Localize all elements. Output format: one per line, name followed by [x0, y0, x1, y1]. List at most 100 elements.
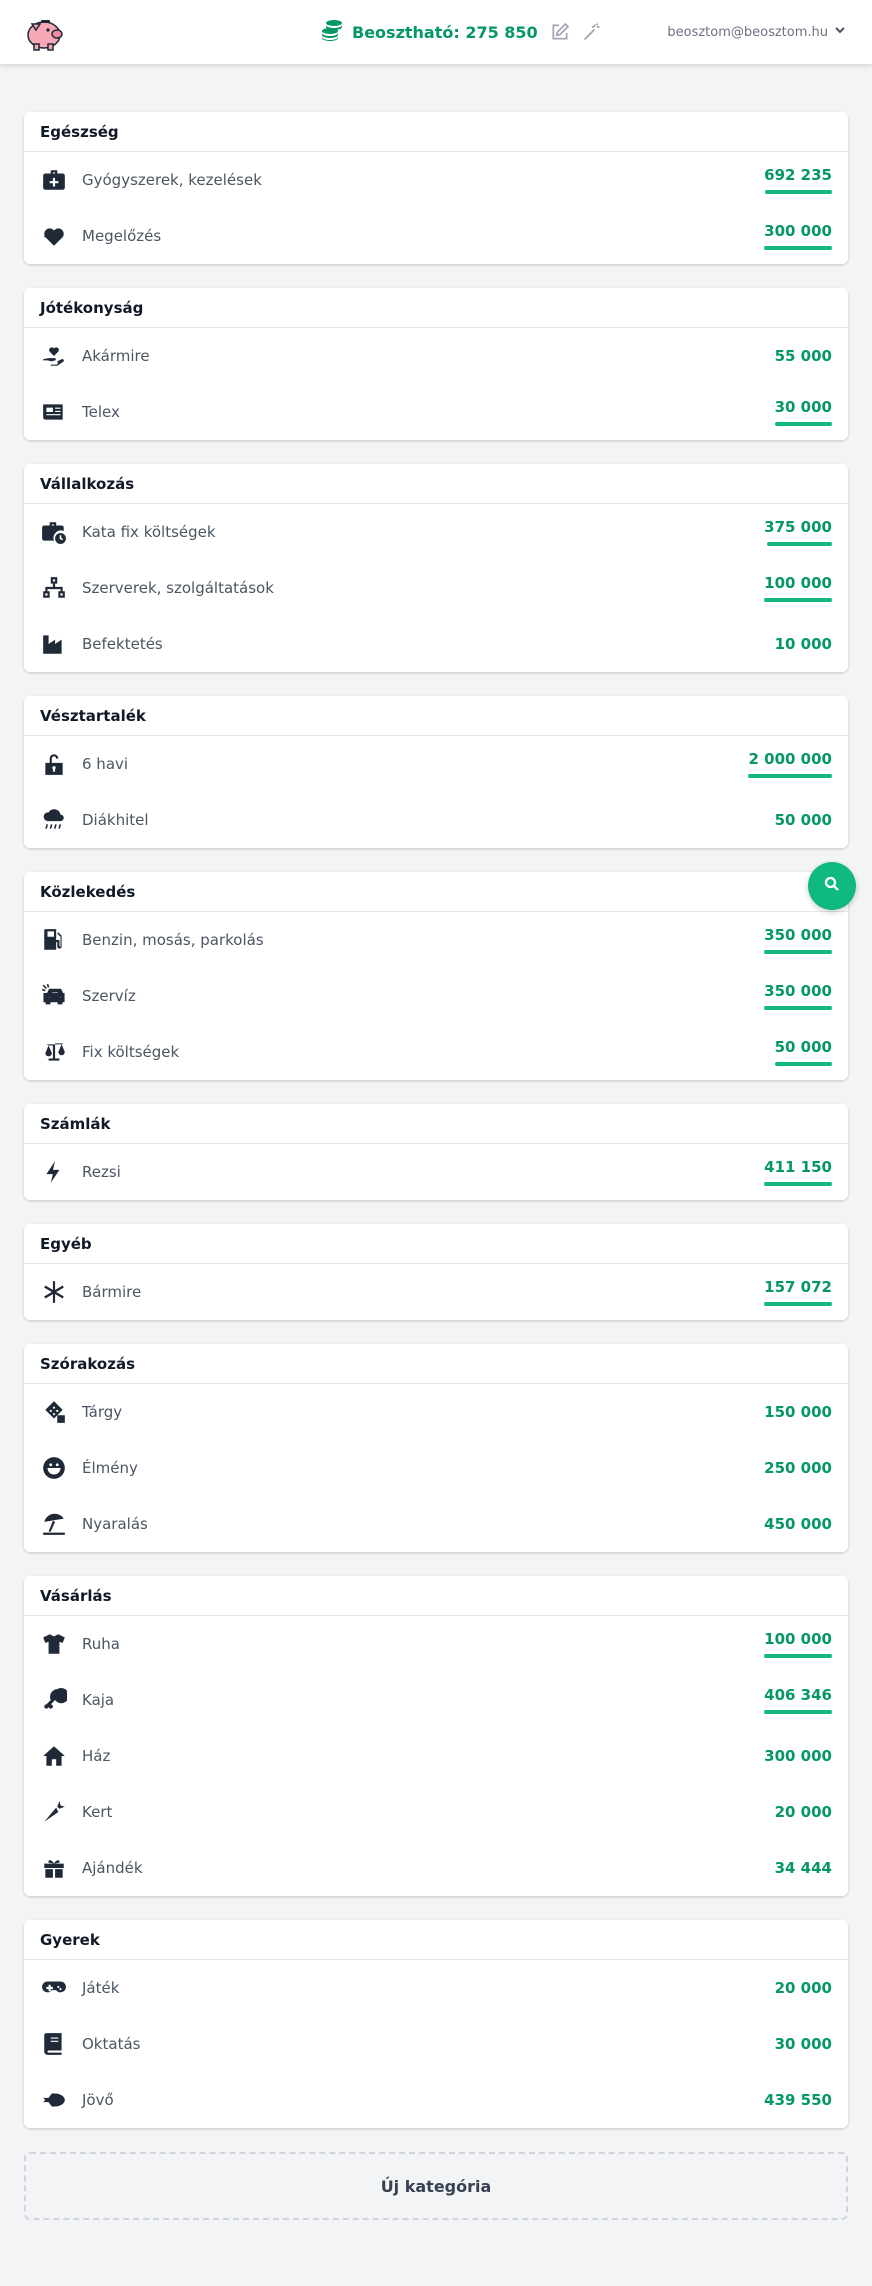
budget-item[interactable]: Élmény 250 000 — [24, 1440, 848, 1496]
budget-amount[interactable]: 411 150 — [764, 1158, 832, 1186]
budget-amount[interactable]: 150 000 — [764, 1403, 832, 1421]
category-card: Vásárlás Ruha 100 000 Kaja 406 346 Ház 300 000… — [24, 1576, 848, 1896]
edit-icon[interactable] — [550, 22, 570, 42]
category-card: Gyerek Játék 20 000 Oktatás 30 000 Jövő 439 55… — [24, 1920, 848, 2128]
budget-item[interactable]: Akármire 55 000 — [24, 328, 848, 384]
budget-item[interactable]: Szerverek, szolgáltatások 100 000 — [24, 560, 848, 616]
top-bar: Beosztható: 275 850 beosztom@beosztom.hu — [0, 0, 872, 64]
budget-item-label: Kaja — [82, 1691, 115, 1709]
budget-item-label: Akármire — [82, 347, 150, 365]
budget-item[interactable]: Kata fix költségek 375 000 — [24, 504, 848, 560]
budget-item-label: Bármire — [82, 1283, 142, 1301]
budget-amount[interactable]: 300 000 — [764, 1747, 832, 1765]
budget-amount-value: 300 000 — [764, 1747, 832, 1765]
budget-item[interactable]: Ruha 100 000 — [24, 1616, 848, 1672]
budget-item[interactable]: Tárgy 150 000 — [24, 1384, 848, 1440]
search-button[interactable] — [808, 862, 856, 910]
budget-amount[interactable]: 10 000 — [775, 635, 832, 653]
account-email: beosztom@beosztom.hu — [667, 24, 828, 40]
category-card: Egyéb Bármire 157 072 — [24, 1224, 848, 1320]
category-title[interactable]: Vésztartalék — [24, 696, 848, 736]
budget-item[interactable]: Telex 30 000 — [24, 384, 848, 440]
drumstick-icon — [40, 1686, 68, 1714]
budget-item[interactable]: Játék 20 000 — [24, 1960, 848, 2016]
budget-amount[interactable]: 30 000 — [775, 398, 832, 426]
budget-amount-value: 439 550 — [764, 2091, 832, 2109]
budget-amount[interactable]: 300 000 — [764, 222, 832, 250]
budget-amount[interactable]: 2 000 000 — [748, 750, 832, 778]
budget-amount[interactable]: 20 000 — [775, 1803, 832, 1821]
category-card: Szórakozás Tárgy 150 000 Élmény 250 000 Nyara… — [24, 1344, 848, 1552]
budget-amount[interactable]: 30 000 — [775, 2035, 832, 2053]
budget-amount[interactable]: 55 000 — [775, 347, 832, 365]
first-aid-kit-icon — [40, 166, 68, 194]
budget-item[interactable]: Ajándék 34 444 — [24, 1840, 848, 1896]
budget-amount[interactable]: 157 072 — [764, 1278, 832, 1306]
coins-icon — [320, 18, 344, 46]
budget-amount[interactable]: 350 000 — [764, 982, 832, 1010]
budget-item[interactable]: Fix költségek 50 000 — [24, 1024, 848, 1080]
budget-item-label: Ruha — [82, 1635, 120, 1653]
category-title[interactable]: Jótékonyság — [24, 288, 848, 328]
category-title[interactable]: Vállalkozás — [24, 464, 848, 504]
unlock-icon — [40, 750, 68, 778]
budget-amount[interactable]: 406 346 — [764, 1686, 832, 1714]
budget-item[interactable]: Rezsi 411 150 — [24, 1144, 848, 1200]
budget-item[interactable]: Nyaralás 450 000 — [24, 1496, 848, 1552]
budget-amount[interactable]: 439 550 — [764, 2091, 832, 2109]
budget-item[interactable]: Szervíz 350 000 — [24, 968, 848, 1024]
category-title[interactable]: Közlekedés — [24, 872, 848, 912]
budget-amount[interactable]: 450 000 — [764, 1515, 832, 1533]
category-card: Közlekedés Benzin, mosás, parkolás 350 000… — [24, 872, 848, 1080]
budget-amount[interactable]: 20 000 — [775, 1979, 832, 1997]
budget-item[interactable]: Kaja 406 346 — [24, 1672, 848, 1728]
category-title[interactable]: Vásárlás — [24, 1576, 848, 1616]
category-title[interactable]: Számlák — [24, 1104, 848, 1144]
budget-amount-value: 34 444 — [774, 1859, 832, 1877]
asterisk-icon — [40, 1278, 68, 1306]
budget-item[interactable]: Kert 20 000 — [24, 1784, 848, 1840]
industry-icon — [40, 630, 68, 658]
budget-amount[interactable]: 34 444 — [775, 1859, 832, 1877]
budget-item[interactable]: Megelőzés 300 000 — [24, 208, 848, 264]
budget-item[interactable]: Ház 300 000 — [24, 1728, 848, 1784]
spent-progress-bar — [767, 542, 832, 546]
spent-progress-bar — [764, 598, 832, 602]
budget-amount-value: 350 000 — [764, 982, 832, 1000]
budget-item-label: Befektetés — [82, 635, 163, 653]
budget-item[interactable]: Benzin, mosás, parkolás 350 000 — [24, 912, 848, 968]
budget-item[interactable]: Gyógyszerek, kezelések 692 235 — [24, 152, 848, 208]
account-menu[interactable]: beosztom@beosztom.hu — [667, 0, 846, 64]
category-title[interactable]: Gyerek — [24, 1920, 848, 1960]
piggy-bank-logo[interactable] — [24, 10, 64, 54]
car-crash-icon — [40, 982, 68, 1010]
budget-amount[interactable]: 100 000 — [764, 574, 832, 602]
hand-holding-heart-icon — [40, 342, 68, 370]
magic-wand-icon[interactable] — [582, 22, 602, 42]
budget-item[interactable]: Bármire 157 072 — [24, 1264, 848, 1320]
category-title[interactable]: Egészség — [24, 112, 848, 152]
budget-item[interactable]: 6 havi 2 000 000 — [24, 736, 848, 792]
budget-item[interactable]: Befektetés 10 000 — [24, 616, 848, 672]
budget-amount[interactable]: 692 235 — [764, 166, 832, 194]
budget-amount[interactable]: 50 000 — [775, 1038, 832, 1066]
category-title[interactable]: Egyéb — [24, 1224, 848, 1264]
budget-amount[interactable]: 375 000 — [764, 518, 832, 546]
new-category-button[interactable]: Új kategória — [24, 2152, 848, 2220]
budget-item[interactable]: Diákhitel 50 000 — [24, 792, 848, 848]
budget-item-label: Rezsi — [82, 1163, 121, 1181]
budget-amount[interactable]: 100 000 — [764, 1630, 832, 1658]
balance-scale-icon — [40, 1038, 68, 1066]
budget-amount[interactable]: 50 000 — [775, 811, 832, 829]
grin-icon — [40, 1454, 68, 1482]
budget-amount[interactable]: 350 000 — [764, 926, 832, 954]
budget-item-label: Ház — [82, 1747, 111, 1765]
category-title[interactable]: Szórakozás — [24, 1344, 848, 1384]
umbrella-beach-icon — [40, 1510, 68, 1538]
budget-amount[interactable]: 250 000 — [764, 1459, 832, 1477]
budget-item[interactable]: Oktatás 30 000 — [24, 2016, 848, 2072]
budget-item[interactable]: Jövő 439 550 — [24, 2072, 848, 2128]
spent-progress-bar — [764, 1302, 832, 1306]
budget-amount-value: 10 000 — [774, 635, 832, 653]
budget-item-label: Ajándék — [82, 1859, 143, 1877]
